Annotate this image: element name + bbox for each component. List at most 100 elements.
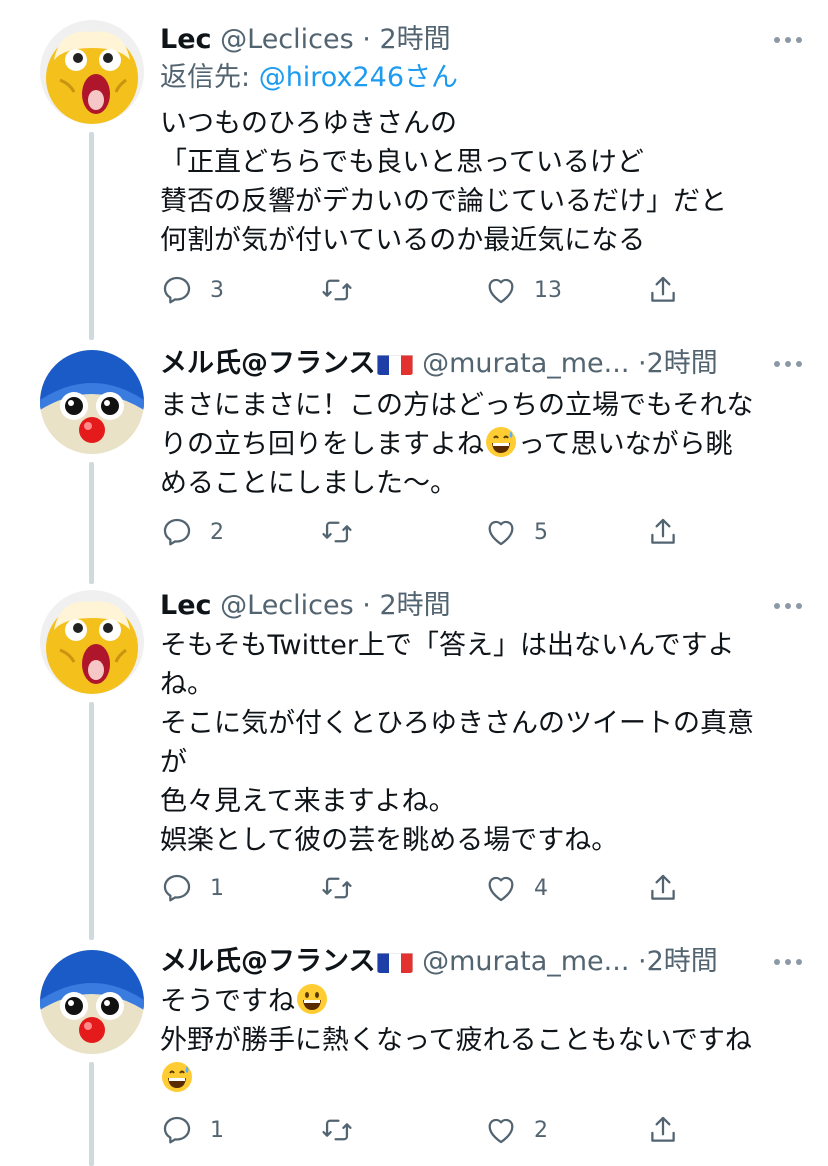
- tweet-actions: 1 2: [160, 1108, 700, 1152]
- like-icon: [488, 1118, 514, 1144]
- thread-line: [89, 132, 94, 340]
- tweet-line-with-emoji: そうですね: [160, 982, 800, 1021]
- reply-context: 返信先: @hirox246さん: [160, 58, 458, 98]
- display-name[interactable]: メル氏@フランス: [160, 348, 375, 379]
- like-count: 4: [534, 875, 548, 901]
- reply-button[interactable]: 2: [160, 510, 224, 554]
- avatar[interactable]: [40, 350, 144, 454]
- timestamp[interactable]: 2時間: [647, 946, 718, 977]
- tweet-actions: 2 5: [160, 510, 700, 554]
- more-icon[interactable]: [768, 20, 808, 60]
- grinning-sweat-emoji: [160, 1060, 194, 1094]
- tweet-line: そもそもTwitter上で「答え」は出ないんですよ: [160, 630, 735, 661]
- tweet-line: ね。: [160, 669, 214, 700]
- like-button[interactable]: 13: [484, 268, 562, 312]
- tweet-line: 「正直どちらでも良いと思っているけど: [160, 147, 644, 178]
- like-button[interactable]: 4: [484, 866, 548, 910]
- reply-button[interactable]: 1: [160, 866, 224, 910]
- tweet-header: メル氏@フランス @murata_me... ·2時間: [160, 942, 808, 982]
- retweet-button[interactable]: [320, 866, 370, 910]
- reply-button[interactable]: 3: [160, 268, 224, 312]
- tweet-line: 色々見えて来ますよね。: [160, 786, 456, 817]
- share-icon: [651, 1116, 675, 1142]
- tweet-line: いつものひろゆきさんの: [160, 108, 457, 139]
- like-button[interactable]: 2: [484, 1108, 548, 1152]
- separator-dot: ·: [638, 946, 647, 977]
- display-name[interactable]: Lec: [160, 24, 212, 55]
- tweet-header: Lec @Leclices · 2時間: [160, 586, 808, 626]
- thread-line: [89, 1062, 94, 1166]
- tweet-line: 賛否の反響がデカいので論じているだけ」だと: [160, 186, 727, 217]
- tweet-text: いつものひろゆきさんの 「正直どちらでも良いと思っているけど 賛否の反響がデカい…: [160, 104, 800, 260]
- tweet-text-part: りの立ち回りをしますよね: [160, 429, 484, 460]
- like-icon: [488, 520, 514, 546]
- retweet-icon: [322, 521, 352, 543]
- like-count: 13: [534, 277, 562, 303]
- retweet-button[interactable]: [320, 1108, 370, 1152]
- retweet-icon: [322, 1119, 352, 1141]
- reply-icon: [163, 276, 191, 304]
- tweet-line: が: [160, 747, 187, 778]
- more-icon[interactable]: [768, 586, 808, 626]
- tweet-text: そうですね 外野が勝手に熱くなって疲れることもないですね: [160, 982, 800, 1099]
- share-button[interactable]: [646, 1108, 680, 1152]
- like-count: 2: [534, 1117, 548, 1143]
- tweet-header: メル氏@フランス @murata_me... ·2時間: [160, 344, 808, 384]
- grinning-sweat-emoji: [484, 425, 518, 459]
- timestamp[interactable]: 2時間: [379, 590, 450, 621]
- display-name[interactable]: Lec: [160, 590, 212, 621]
- reply-count: 1: [210, 875, 224, 901]
- more-icon[interactable]: [768, 344, 808, 384]
- separator-dot: ·: [638, 348, 647, 379]
- tweet-header: Lec @Leclices · 2時間: [160, 20, 808, 60]
- tweet-line: そこに気が付くとひろゆきさんのツイートの真意: [160, 708, 754, 739]
- tweet-line-with-emoji: りの立ち回りをしますよね って思いながら眺: [160, 425, 800, 464]
- user-handle[interactable]: @Leclices: [220, 590, 354, 621]
- retweet-button[interactable]: [320, 268, 370, 312]
- user-handle[interactable]: @murata_me...: [422, 946, 629, 977]
- like-icon: [488, 278, 514, 304]
- separator-dot: ·: [362, 24, 371, 55]
- share-button[interactable]: [646, 510, 680, 554]
- retweet-icon: [322, 279, 352, 301]
- share-icon: [651, 518, 675, 544]
- tweet-text-part: そうですね: [160, 986, 295, 1017]
- retweet-button[interactable]: [320, 510, 370, 554]
- reply-count: 1: [210, 1117, 224, 1143]
- share-button[interactable]: [646, 866, 680, 910]
- reply-button[interactable]: 1: [160, 1108, 224, 1152]
- more-icon[interactable]: [768, 942, 808, 982]
- reply-icon: [163, 874, 191, 902]
- like-icon: [488, 876, 514, 902]
- reply-mention-link[interactable]: @hirox246さん: [259, 62, 458, 93]
- tweet[interactable]: Lec @Leclices · 2時間 返信先: @hirox246さん いつも…: [0, 20, 828, 340]
- tweet-line: まさにまさに！この方はどっちの立場でもそれな: [160, 390, 754, 421]
- share-icon: [651, 874, 675, 900]
- tweet-line: 外野が勝手に熱くなって疲れることもないですね: [160, 1025, 752, 1056]
- tweet-line: めることにしました〜。: [160, 468, 457, 499]
- avatar[interactable]: [40, 950, 144, 1054]
- display-name[interactable]: メル氏@フランス: [160, 946, 375, 977]
- user-handle[interactable]: @murata_me...: [422, 348, 629, 379]
- reply-icon: [163, 1116, 191, 1144]
- tweet[interactable]: メル氏@フランス @murata_me... ·2時間 まさにまさに！この方はど…: [0, 344, 828, 584]
- tweet-actions: 3 13: [160, 268, 700, 312]
- timestamp[interactable]: 2時間: [379, 24, 450, 55]
- timestamp[interactable]: 2時間: [647, 348, 718, 379]
- user-handle[interactable]: @Leclices: [220, 24, 354, 55]
- france-flag-icon: [377, 351, 414, 375]
- like-button[interactable]: 5: [484, 510, 548, 554]
- tweet[interactable]: メル氏@フランス @murata_me... ·2時間 そうですね 外野が勝手に…: [0, 942, 828, 1166]
- avatar[interactable]: [40, 590, 144, 694]
- thread-line: [89, 702, 94, 940]
- reply-icon: [163, 518, 191, 546]
- tweet[interactable]: Lec @Leclices · 2時間 そもそもTwitter上で「答え」は出な…: [0, 586, 828, 940]
- thread-line: [89, 462, 94, 584]
- tweet-line: 何割が気が付いているのか最近気になる: [160, 225, 646, 256]
- separator-dot: ·: [362, 590, 371, 621]
- share-button[interactable]: [646, 268, 680, 312]
- avatar[interactable]: [40, 20, 144, 124]
- tweet-line-emoji-only: [160, 1060, 800, 1099]
- tweet-text: まさにまさに！この方はどっちの立場でもそれな りの立ち回りをしますよね って思いな…: [160, 386, 800, 503]
- like-count: 5: [534, 519, 548, 545]
